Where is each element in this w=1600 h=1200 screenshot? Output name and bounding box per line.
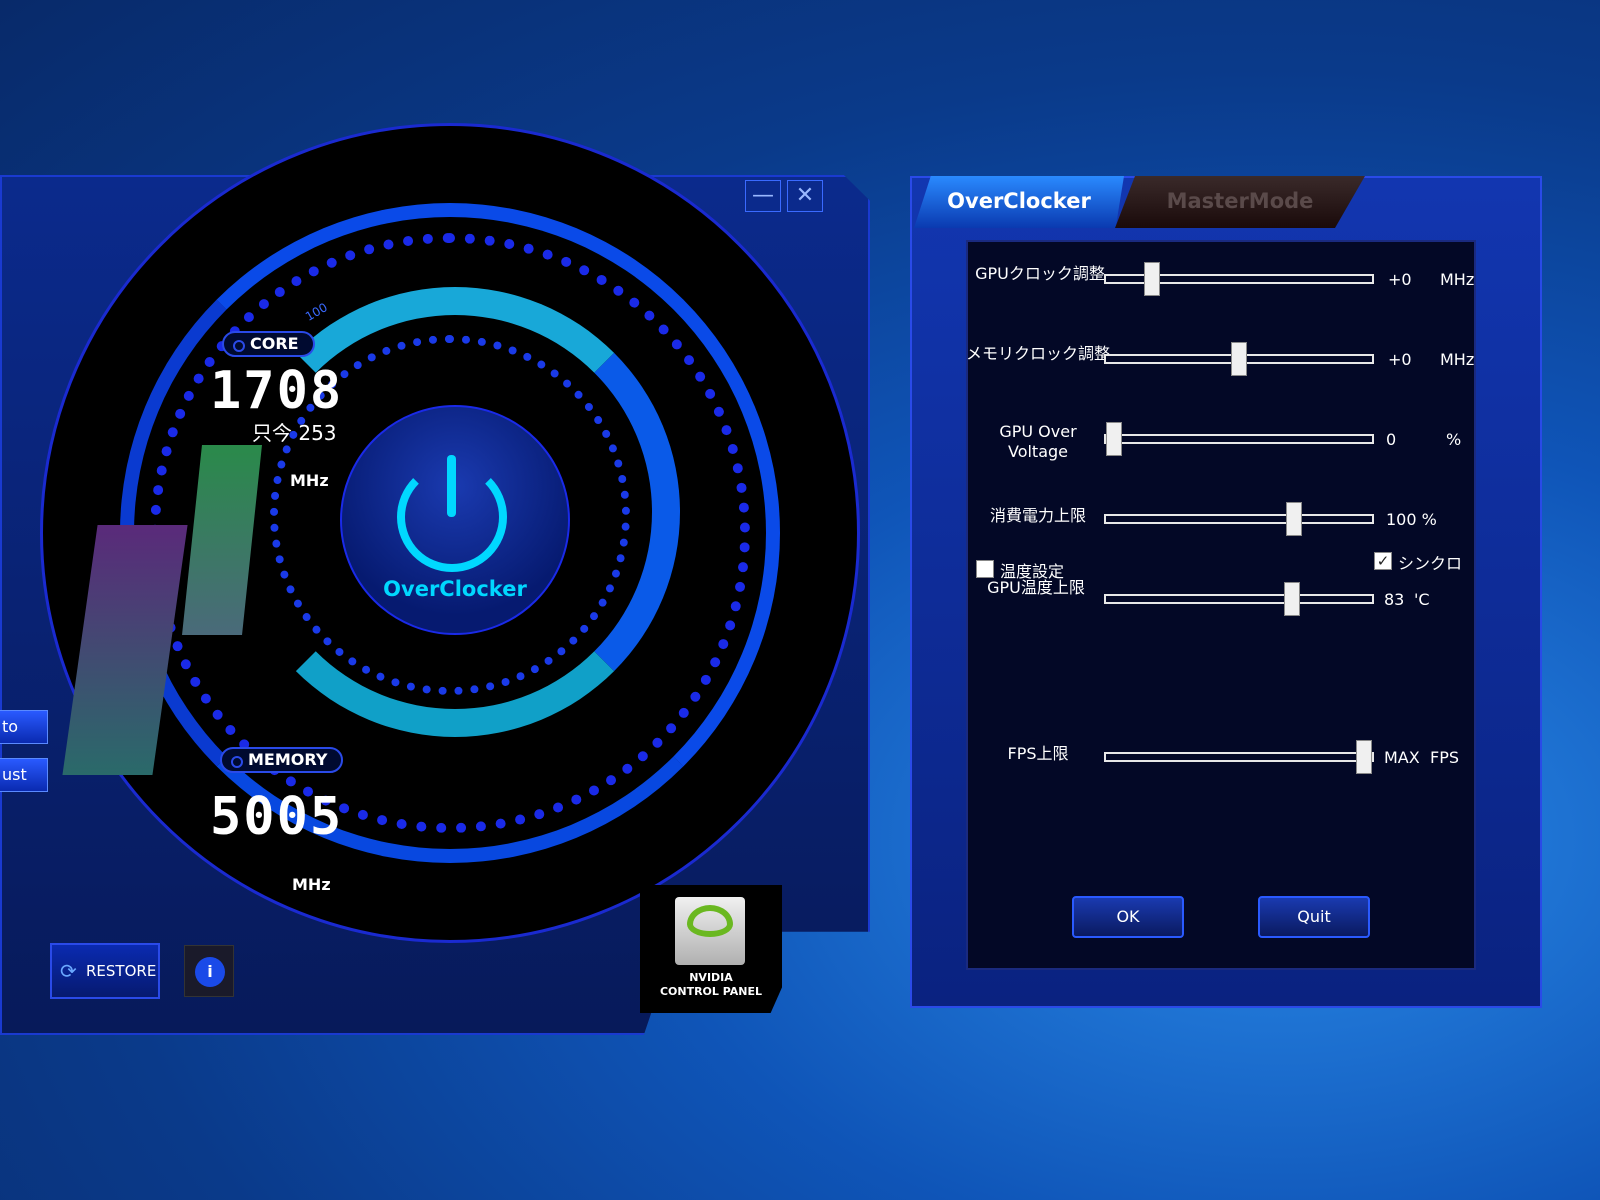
gpu-temp-limit-unit: 'C: [1414, 590, 1430, 609]
restore-icon: ⟳: [60, 959, 77, 983]
slider-thumb[interactable]: [1286, 502, 1302, 536]
auto-button[interactable]: to: [0, 710, 48, 744]
gpu-temp-limit-value: 83: [1384, 590, 1405, 609]
nvidia-logo-icon: [675, 897, 745, 965]
current-label: 只今: [252, 421, 292, 445]
settings-area: GPUクロック調整 +0 MHz メモリクロック調整 +0 MHz GPU Ov…: [966, 240, 1476, 970]
memory-label: MEMORY: [220, 747, 344, 773]
gpu-temp-limit-slider[interactable]: [1104, 582, 1374, 616]
power-limit-label: 消費電力上限: [989, 506, 1086, 525]
memory-clock-unit: MHz: [1440, 350, 1475, 369]
gpu-clock-unit: MHz: [1440, 270, 1475, 289]
sync-label: シンクロ: [1398, 554, 1463, 573]
nvidia-control-panel-button[interactable]: NVIDIA CONTROL PANEL: [640, 885, 782, 1013]
overclocker-main-window: OverClocker 100 CORE 1708 只今 253 MHz MEM…: [0, 123, 870, 1035]
core-clock-value: 1708: [210, 361, 344, 421]
fps-limit-value: MAX: [1384, 748, 1420, 767]
slider-thumb[interactable]: [1283, 582, 1300, 616]
gpu-clock-value: +0: [1388, 270, 1412, 289]
gpu-clock-slider[interactable]: [1104, 262, 1374, 296]
adjust-button[interactable]: ust: [0, 758, 48, 792]
slider-thumb[interactable]: [1231, 342, 1247, 376]
tab-overclocker[interactable]: OverClocker: [914, 176, 1124, 228]
quit-button[interactable]: Quit: [1258, 896, 1370, 938]
core-current: 只今 253: [252, 417, 337, 446]
power-limit-value: 100 %: [1386, 510, 1437, 529]
core-label: CORE: [222, 331, 315, 357]
ok-button[interactable]: OK: [1072, 896, 1184, 938]
current-value: 253: [298, 421, 337, 445]
sync-checkbox[interactable]: ✓: [1374, 552, 1392, 570]
memory-clock-value: 5005: [210, 787, 344, 847]
gpu-over-voltage-slider[interactable]: [1104, 422, 1374, 456]
nvidia-label-1: NVIDIA: [689, 971, 733, 984]
tab-mastermode[interactable]: MasterMode: [1115, 176, 1365, 228]
restore-label: RESTORE: [86, 962, 157, 980]
info-icon: i: [195, 957, 225, 987]
power-limit-slider[interactable]: [1104, 502, 1374, 536]
gpu-clock-label: GPUクロック調整: [975, 264, 1105, 283]
nvidia-label-2: CONTROL PANEL: [659, 985, 763, 998]
power-icon-bar: [447, 455, 456, 517]
restore-button[interactable]: ⟳ RESTORE: [50, 943, 160, 999]
fps-limit-slider[interactable]: [1104, 740, 1374, 774]
slider-thumb[interactable]: [1356, 740, 1372, 774]
app-center-label: OverClocker: [383, 577, 527, 601]
gpu-over-voltage-unit: %: [1446, 430, 1462, 449]
gpu-temp-limit-label: GPU温度上限: [987, 578, 1085, 597]
fps-limit-unit: FPS: [1430, 748, 1460, 767]
info-button[interactable]: i: [184, 945, 234, 997]
minimize-button[interactable]: —: [745, 180, 781, 212]
close-button[interactable]: ✕: [787, 180, 823, 212]
gpu-over-voltage-label: GPU Over Voltage: [999, 422, 1077, 461]
temp-setting-checkbox[interactable]: [976, 560, 994, 578]
memory-unit: MHz: [292, 875, 331, 894]
gpu-over-voltage-value: 0: [1386, 430, 1397, 449]
core-unit: MHz: [290, 471, 329, 490]
memory-clock-value: +0: [1388, 350, 1412, 369]
fps-limit-label: FPS上限: [1007, 744, 1069, 763]
memory-clock-slider[interactable]: [1104, 342, 1374, 376]
slider-thumb[interactable]: [1143, 262, 1160, 296]
overclocker-settings-panel: OverClocker MasterMode GPUクロック調整 +0 MHz …: [910, 176, 1542, 1008]
slider-thumb[interactable]: [1106, 422, 1122, 456]
power-button[interactable]: OverClocker: [340, 405, 570, 635]
memory-clock-label: メモリクロック調整: [965, 344, 1110, 363]
